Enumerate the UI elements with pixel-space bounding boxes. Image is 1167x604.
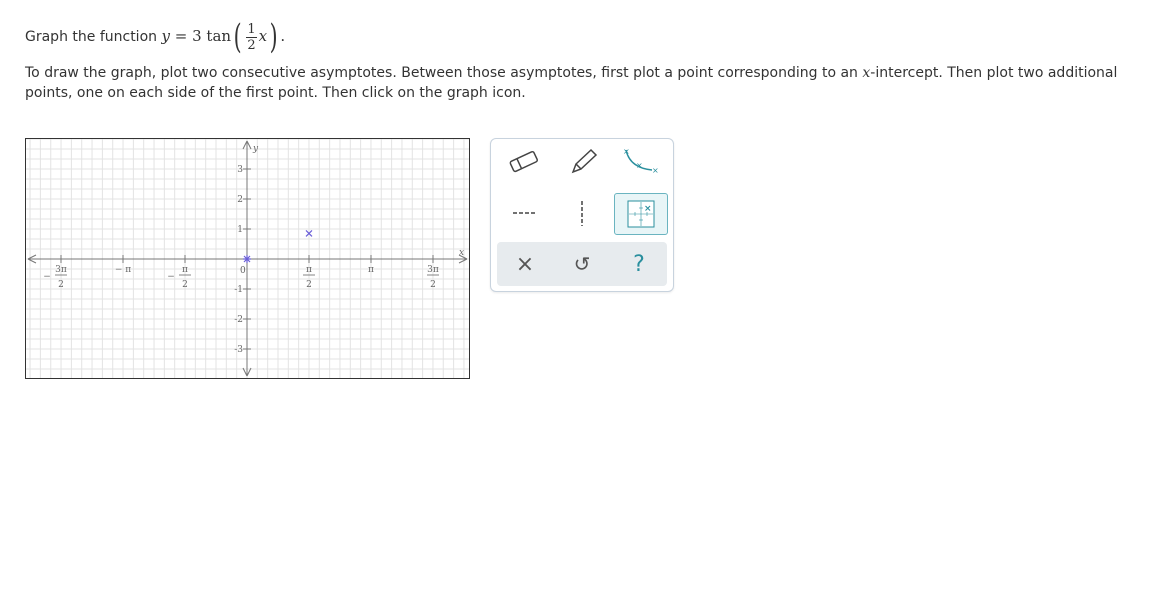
fraction-denominator: 2 [247,37,256,53]
instructions-part1: To draw the graph, plot two consecutive … [25,65,858,81]
question-prompt: Graph the function y = 3 tan(1 2 x). [25,14,285,60]
svg-text:×: × [652,166,659,175]
fraction: 12 [246,21,257,53]
instructions: To draw the graph, plot two consecutive … [25,63,1135,103]
svg-text:×: × [644,204,652,214]
y-tick-label: -2 [234,315,243,325]
x-tick-label-bottom: 2 [306,280,312,290]
function-y: y [161,27,170,45]
function-variable: x [258,27,268,45]
y-tick-label: 3 [237,165,243,175]
plotted-point[interactable] [243,255,251,263]
graph-icon: × [627,200,655,228]
help-icon: ? [633,251,645,277]
graph-canvas[interactable]: x y 3 2 1 -1 -2 -3 0 3π 2− − π π 2− π 2 π 3π 2 [25,138,470,379]
graph-toolbar: × × × × × ↺ ? [490,138,674,292]
function-period: . [280,27,286,45]
horizontal-asymptote-tool[interactable] [498,193,550,233]
curve-icon: × × × [623,147,659,175]
dashed-horizontal-line-icon [513,212,537,214]
svg-text:×: × [636,161,643,170]
fraction-numerator: 1 [246,21,257,38]
action-bar: × ↺ ? [497,242,667,286]
x-tick-label-bottom: 2 [58,280,64,290]
y-axis-label: y [252,144,259,154]
prompt-text: Graph the function [25,29,158,45]
graph-tool[interactable]: × [614,193,668,235]
y-tick-label: -3 [234,345,243,355]
x-tick-label-top: π [306,265,312,275]
left-paren: ( [233,17,242,57]
clear-button[interactable]: × [497,242,553,286]
undo-icon: ↺ [573,252,591,276]
y-tick-label: 2 [237,195,243,205]
function-expression: y = 3 tan(1 2 x). [161,20,285,54]
x-tick-label-sign: − [43,272,51,282]
y-tick-label: -1 [234,285,243,295]
x-tick-label-top: π [368,265,374,275]
right-paren: ) [269,17,278,57]
help-button[interactable]: ? [611,242,667,286]
function-equals: = [174,27,188,45]
dashed-vertical-line-icon [581,201,583,226]
close-icon: × [515,251,535,277]
pencil-icon [571,148,598,174]
vertical-asymptote-tool[interactable] [556,193,608,233]
curve-tool[interactable]: × × × [614,142,666,182]
function-name: tan [206,27,232,45]
eraser-icon [509,150,538,173]
x-tick-label-top: π [182,265,188,275]
x-tick-label-sign: − [167,272,175,282]
x-tick-label-top: 3π [427,265,439,275]
pencil-tool[interactable] [556,142,608,182]
function-coefficient: 3 [192,27,202,45]
x-tick-label-bottom: 2 [430,280,436,290]
origin-label: 0 [240,266,246,276]
y-tick-label: 1 [237,225,243,235]
x-tick-label-bottom: 2 [182,280,188,290]
undo-button[interactable]: ↺ [554,242,610,286]
x-tick-label-top: 3π [55,265,67,275]
x-tick-label-top: − π [115,265,131,275]
x-axis-label: x [459,248,464,258]
graph-svg[interactable]: xy321-1-2-303π2−− π π2−π2π 3π2 [26,139,469,378]
eraser-tool[interactable] [498,142,550,182]
svg-text:×: × [623,147,630,156]
